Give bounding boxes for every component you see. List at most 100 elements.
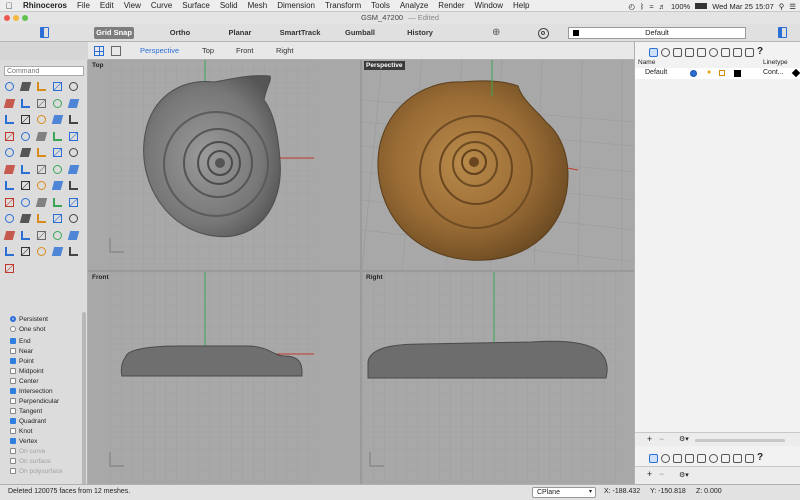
- osnap-scrollbar[interactable]: [82, 312, 86, 500]
- osnap-perpendicular[interactable]: Perpendicular: [10, 396, 84, 406]
- osnap-quadrant[interactable]: Quadrant: [10, 416, 84, 426]
- tool-rotate-icon[interactable]: [3, 179, 16, 192]
- viewport-title-perspective[interactable]: Perspective: [364, 61, 405, 70]
- checkbox-icon[interactable]: [10, 338, 16, 344]
- osnap-tangent[interactable]: Tangent: [10, 406, 84, 416]
- layer-row[interactable]: Default ● Cont...: [635, 68, 800, 79]
- battery-icon[interactable]: [695, 3, 708, 9]
- tool-box-icon[interactable]: [3, 130, 16, 143]
- properties-tab-icon[interactable]: [661, 47, 670, 57]
- four-viewport-layout-icon[interactable]: [94, 46, 104, 56]
- tool-copy-icon[interactable]: [35, 179, 48, 192]
- viewport-title-right[interactable]: Right: [364, 273, 385, 282]
- tool-analyze-icon[interactable]: [19, 229, 32, 242]
- tool-show-icon[interactable]: [19, 245, 32, 258]
- tool-rectangle-icon[interactable]: [35, 97, 48, 110]
- checkbox-icon[interactable]: [10, 428, 16, 434]
- tab-right[interactable]: Right: [276, 45, 294, 57]
- tool-scale-icon[interactable]: [19, 179, 32, 192]
- tool-surface-icon[interactable]: [19, 113, 32, 126]
- tool-mesh-icon[interactable]: [3, 196, 16, 209]
- add-item-icon[interactable]: +: [647, 469, 652, 479]
- tool-select-icon[interactable]: [3, 80, 16, 93]
- osnap-near[interactable]: Near: [10, 346, 84, 356]
- camera-tab-icon[interactable]: [697, 47, 706, 57]
- tool-pan-icon[interactable]: [51, 212, 64, 225]
- tool-align-icon[interactable]: [51, 179, 64, 192]
- checkbox-icon[interactable]: [10, 358, 16, 364]
- tool-explode-icon[interactable]: [3, 163, 16, 176]
- layers-scrollbar[interactable]: [695, 439, 785, 442]
- menu-file[interactable]: File: [72, 0, 95, 12]
- tool-cone-icon[interactable]: [51, 130, 64, 143]
- menu-analyze[interactable]: Analyze: [395, 0, 433, 12]
- checkbox-icon[interactable]: [10, 438, 16, 444]
- smarttrack-toggle[interactable]: SmartTrack: [276, 27, 324, 39]
- layer-linetype[interactable]: Cont...: [763, 69, 784, 76]
- menu-render[interactable]: Render: [433, 0, 469, 12]
- clock[interactable]: Wed Mar 25 15:07: [712, 2, 774, 11]
- checkbox-icon[interactable]: [10, 378, 16, 384]
- osnap-center[interactable]: Center: [10, 376, 84, 386]
- document-tab-icon-lower[interactable]: [673, 453, 682, 463]
- tool-isolate-icon[interactable]: [67, 245, 80, 258]
- layer-color-icon[interactable]: [734, 70, 741, 77]
- tool-mirror-icon[interactable]: [35, 163, 48, 176]
- tool-dimension-icon[interactable]: [51, 196, 64, 209]
- tool-sweep-icon[interactable]: [51, 113, 64, 126]
- viewport-perspective[interactable]: Perspective: [362, 60, 634, 270]
- viewport-front[interactable]: Front: [88, 272, 360, 484]
- right-sidebar-toggle-icon[interactable]: [778, 27, 787, 38]
- menu-help[interactable]: Help: [508, 0, 534, 12]
- viewport-title-top[interactable]: Top: [90, 61, 105, 70]
- gumball-toggle[interactable]: Gumball: [340, 27, 380, 39]
- remove-layer-icon[interactable]: −: [659, 434, 664, 444]
- tab-top[interactable]: Top: [202, 45, 214, 57]
- tool-render-icon[interactable]: [19, 196, 32, 209]
- lights-tab-icon-lower[interactable]: [733, 453, 742, 463]
- time-machine-icon[interactable]: ◴: [628, 2, 635, 11]
- layer-options-icon[interactable]: ⚙▾: [679, 435, 689, 443]
- tool-zoom-icon[interactable]: [35, 212, 48, 225]
- document-tab-icon[interactable]: [673, 47, 682, 57]
- checkbox-icon[interactable]: [10, 398, 16, 404]
- tool-point-icon[interactable]: [19, 80, 32, 93]
- tool-text-icon[interactable]: [67, 196, 80, 209]
- library-tab-icon-lower[interactable]: [685, 453, 694, 463]
- tool-draft-icon[interactable]: [51, 229, 64, 242]
- osnap-on-curve[interactable]: On curve: [10, 446, 84, 456]
- tool-circle-icon[interactable]: [67, 80, 80, 93]
- checkbox-icon[interactable]: [10, 368, 16, 374]
- viewport-top[interactable]: Top: [88, 60, 360, 270]
- layers-tab-icon[interactable]: [649, 47, 658, 57]
- zoom-window-icon[interactable]: [22, 15, 28, 21]
- cplane-select[interactable]: CPlane ▾: [532, 487, 596, 498]
- checkbox-icon[interactable]: [10, 388, 16, 394]
- osnap-point[interactable]: Point: [10, 356, 84, 366]
- tool-move-icon[interactable]: [67, 163, 80, 176]
- viewport-title-front[interactable]: Front: [90, 273, 111, 282]
- tool-sphere-icon[interactable]: [19, 130, 32, 143]
- remove-item-icon[interactable]: −: [659, 469, 664, 479]
- osnap-target-icon[interactable]: [538, 28, 549, 39]
- planar-toggle[interactable]: Planar: [220, 27, 260, 39]
- menu-solid[interactable]: Solid: [215, 0, 243, 12]
- tool-named-view-icon[interactable]: [3, 229, 16, 242]
- checkbox-icon[interactable]: [10, 348, 16, 354]
- tool-unlock-icon[interactable]: [51, 245, 64, 258]
- checkbox-icon[interactable]: [10, 468, 16, 474]
- tool-offset-icon[interactable]: [67, 179, 80, 192]
- ortho-toggle[interactable]: Ortho: [160, 27, 200, 39]
- library-tab-icon[interactable]: [685, 47, 694, 57]
- bluetooth-icon[interactable]: ᛒ: [640, 2, 645, 11]
- checkbox-icon[interactable]: [10, 418, 16, 424]
- menu-view[interactable]: View: [119, 0, 146, 12]
- print-color-icon[interactable]: [791, 68, 800, 78]
- checkbox-icon[interactable]: [10, 408, 16, 414]
- tool-light-icon[interactable]: [35, 196, 48, 209]
- spotlight-icon[interactable]: ⚲: [779, 2, 785, 11]
- tool-edge-icon[interactable]: [67, 229, 80, 242]
- tool-array-icon[interactable]: [51, 163, 64, 176]
- menu-mesh[interactable]: Mesh: [243, 0, 273, 12]
- grid-snap-toggle[interactable]: Grid Snap: [94, 27, 134, 39]
